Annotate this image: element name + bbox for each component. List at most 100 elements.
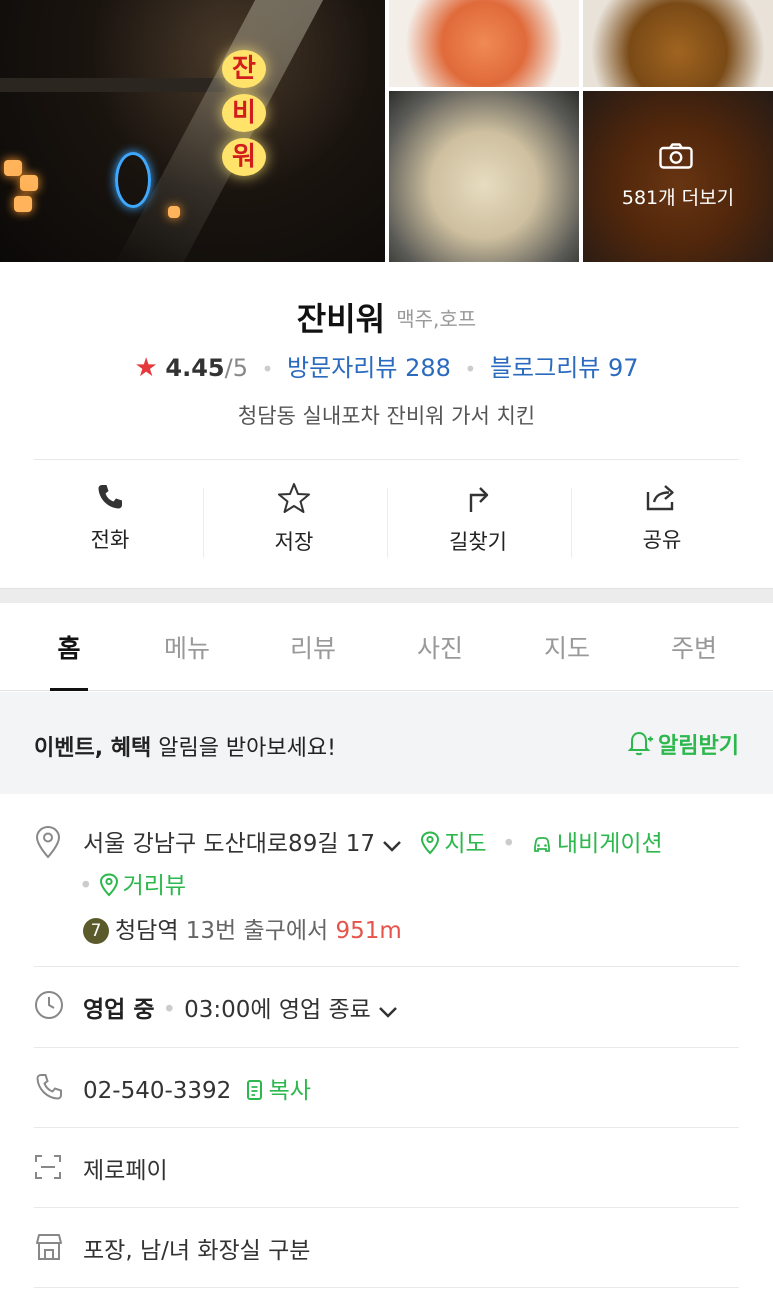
share-button[interactable]: 공유 bbox=[570, 482, 754, 572]
store-icon bbox=[36, 1234, 62, 1260]
address-row: 서울 강남구 도산대로89길 17 지도 • 내비게이션 bbox=[83, 824, 663, 858]
banner-text: 이벤트, 혜택 알림을 받아보세요! bbox=[34, 730, 336, 762]
navigation-link-label: 내비게이션 bbox=[556, 831, 663, 857]
tab-home[interactable]: 홈 bbox=[6, 629, 132, 665]
separator-dot: • bbox=[464, 357, 477, 381]
notification-banner: 이벤트, 혜택 알림을 받아보세요! 알림받기 bbox=[0, 692, 773, 794]
rating-value: 4.45 bbox=[165, 354, 225, 382]
copy-icon bbox=[246, 1080, 262, 1100]
separator-dot: • bbox=[502, 831, 516, 857]
closing-time: 03:00에 영업 종료 bbox=[184, 997, 371, 1023]
location-pin-icon bbox=[35, 825, 61, 859]
tab-bar: 홈 메뉴 리뷰 사진 지도 주변 bbox=[0, 603, 773, 691]
food-photo-1[interactable] bbox=[389, 0, 579, 87]
rating-row: ★ 4.45/5 • 방문자리뷰 288 • 블로그리뷰 97 bbox=[0, 348, 773, 383]
lamp bbox=[20, 175, 38, 191]
save-button[interactable]: 저장 bbox=[202, 482, 386, 572]
share-icon bbox=[646, 485, 674, 511]
share-label: 공유 bbox=[642, 528, 682, 552]
place-header: 잔비워 맥주,호프 ★ 4.45/5 • 방문자리뷰 288 • 블로그리뷰 9… bbox=[0, 262, 773, 460]
banner-plain-text: 알림을 받아보세요! bbox=[151, 736, 336, 761]
tab-photos[interactable]: 사진 bbox=[377, 629, 503, 665]
phone-row: 02-540-3392 복사 bbox=[83, 1071, 311, 1105]
visitor-reviews-link[interactable]: 방문자리뷰 288 bbox=[287, 354, 451, 382]
place-description: 청담동 실내포차 잔비워 가서 치킨 bbox=[237, 404, 536, 428]
subway-line-badge: 7 bbox=[83, 918, 109, 944]
photo-overlay bbox=[583, 91, 773, 262]
bell-plus-icon bbox=[627, 731, 654, 756]
divider bbox=[34, 1127, 739, 1128]
exit-text: 13번 출구에서 bbox=[178, 918, 336, 944]
phone-icon bbox=[98, 485, 122, 509]
subway-row: 7 청담역 13번 출구에서 951m bbox=[83, 911, 402, 945]
clock-icon bbox=[35, 991, 63, 1019]
section-gap bbox=[0, 588, 773, 603]
divider bbox=[34, 1207, 739, 1208]
car-icon bbox=[534, 837, 550, 852]
streetview-pin-icon bbox=[99, 873, 118, 897]
map-link-label: 지도 bbox=[444, 831, 487, 857]
navigation-link[interactable]: 내비게이션 bbox=[531, 831, 663, 857]
station-name: 청담역 bbox=[115, 918, 179, 944]
scan-pay-icon bbox=[35, 1155, 61, 1179]
tab-nearby[interactable]: 주변 bbox=[631, 629, 757, 665]
divider bbox=[34, 966, 739, 967]
chevron-down-icon[interactable] bbox=[381, 838, 403, 854]
subscribe-alert-button[interactable]: 알림받기 bbox=[626, 728, 739, 760]
place-name: 잔비워 bbox=[296, 300, 386, 338]
sign-char-2: 비 bbox=[222, 94, 266, 132]
food-photo-3[interactable] bbox=[389, 91, 579, 262]
star-outline-icon bbox=[278, 483, 310, 513]
banner-bold-text: 이벤트, 혜택 bbox=[34, 736, 152, 761]
hours-row[interactable]: 영업 중 • 03:00에 영업 종료 bbox=[83, 990, 399, 1024]
divider bbox=[34, 1287, 739, 1288]
phone-number[interactable]: 02-540-3392 bbox=[83, 1078, 231, 1104]
action-bar: 전화 저장 길찾기 공유 bbox=[0, 460, 773, 588]
directions-label: 길찾기 bbox=[449, 530, 507, 554]
map-link[interactable]: 지도 bbox=[420, 831, 487, 857]
photo-light-beam bbox=[113, 0, 327, 262]
rating-max: /5 bbox=[224, 354, 248, 382]
more-photos-label: 581개 더보기 bbox=[621, 187, 735, 209]
copy-label: 복사 bbox=[268, 1078, 311, 1104]
photo-awning bbox=[0, 78, 225, 92]
main-photo[interactable]: 잔 비 워 bbox=[0, 0, 385, 262]
lamp bbox=[4, 160, 22, 176]
title-row: 잔비워 맥주,호프 bbox=[0, 294, 773, 340]
photo-gallery: 잔 비 워 581개 더보기 bbox=[0, 0, 773, 262]
more-photos-tile[interactable]: 581개 더보기 bbox=[583, 91, 773, 262]
tab-menu[interactable]: 메뉴 bbox=[124, 629, 250, 665]
phone-outline-icon bbox=[36, 1074, 62, 1100]
separator-dot: • bbox=[261, 357, 274, 381]
tab-map[interactable]: 지도 bbox=[504, 629, 630, 665]
neon-sign bbox=[115, 152, 151, 208]
call-button[interactable]: 전화 bbox=[18, 482, 202, 572]
chevron-down-icon[interactable] bbox=[377, 1004, 399, 1020]
amenities-text: 포장, 남/녀 화장실 구분 bbox=[83, 1238, 311, 1264]
tab-reviews[interactable]: 리뷰 bbox=[250, 629, 376, 665]
place-category: 맥주,호프 bbox=[396, 306, 477, 331]
camera-icon bbox=[659, 143, 693, 169]
lamp bbox=[168, 206, 180, 218]
open-status: 영업 중 bbox=[83, 997, 155, 1023]
star-icon: ★ bbox=[134, 353, 158, 383]
lamp bbox=[14, 196, 32, 212]
address-text[interactable]: 서울 강남구 도산대로89길 17 bbox=[83, 831, 375, 857]
streetview-row: • 거리뷰 bbox=[79, 866, 186, 900]
sign-char-3: 워 bbox=[222, 138, 266, 176]
save-label: 저장 bbox=[274, 530, 314, 554]
blog-reviews-link[interactable]: 블로그리뷰 97 bbox=[490, 354, 639, 382]
food-photo-2[interactable] bbox=[583, 0, 773, 87]
directions-button[interactable]: 길찾기 bbox=[386, 482, 570, 572]
streetview-link[interactable]: 거리뷰 bbox=[99, 873, 186, 899]
payment-row: 제로페이 bbox=[83, 1151, 168, 1185]
directions-icon bbox=[469, 487, 489, 512]
active-tab-indicator bbox=[50, 688, 88, 691]
walking-distance: 951m bbox=[335, 918, 402, 944]
call-label: 전화 bbox=[90, 528, 130, 552]
subscribe-alert-label: 알림받기 bbox=[658, 734, 739, 759]
sign-char-1: 잔 bbox=[222, 50, 266, 88]
copy-phone-button[interactable]: 복사 bbox=[245, 1078, 311, 1104]
divider bbox=[34, 1047, 739, 1048]
amenities-row: 포장, 남/녀 화장실 구분 bbox=[83, 1231, 310, 1265]
